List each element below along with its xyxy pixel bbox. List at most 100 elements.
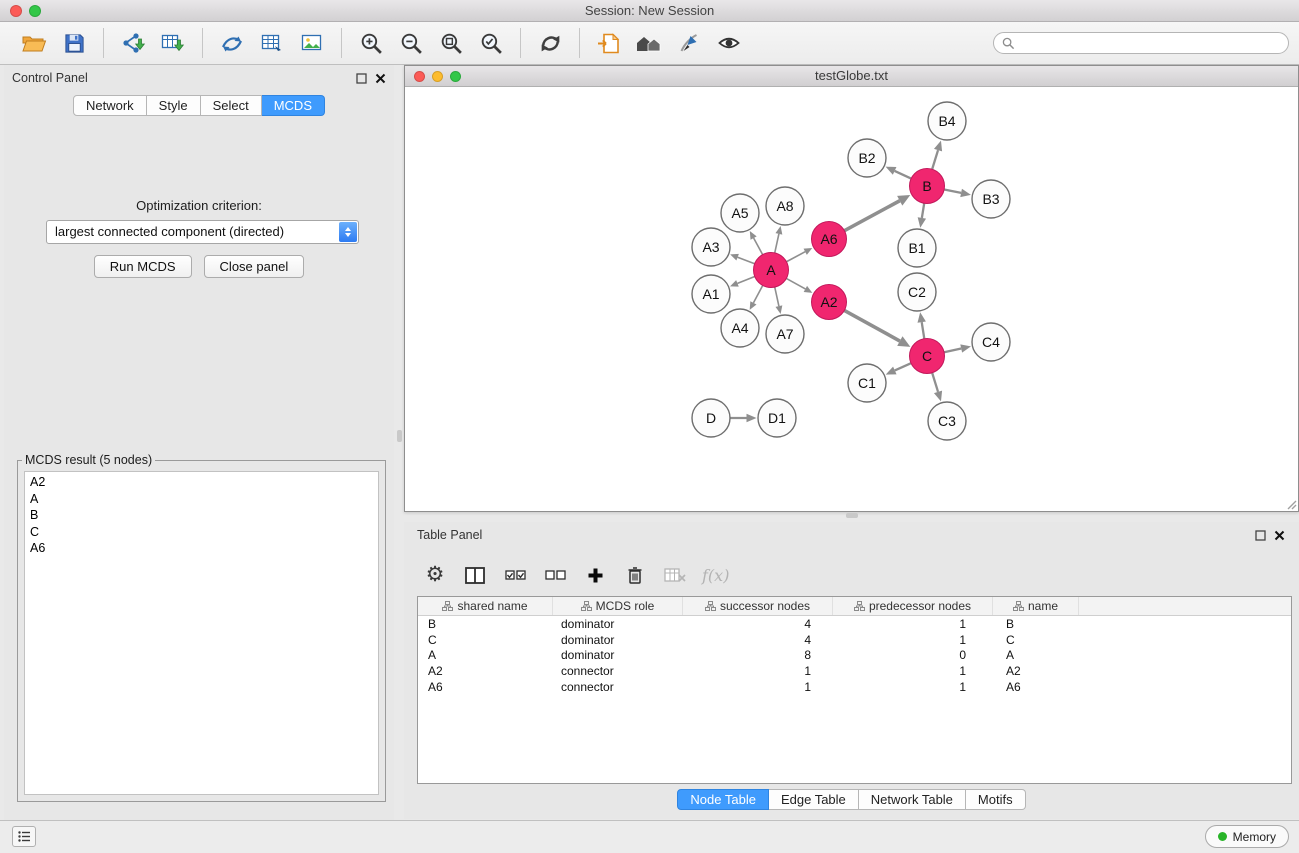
close-window-button[interactable]	[10, 5, 22, 17]
graph-node-A4[interactable]: A4	[721, 309, 759, 347]
graph-edge-A-A5[interactable]	[754, 238, 763, 255]
graph-node-A1[interactable]: A1	[692, 275, 730, 313]
function-builder-icon[interactable]: f(x)	[702, 561, 729, 589]
zoom-fit-icon[interactable]	[434, 27, 468, 59]
delete-column-icon[interactable]	[622, 561, 648, 589]
open-file-icon[interactable]	[17, 27, 51, 59]
table-tab-node-table[interactable]: Node Table	[677, 789, 769, 810]
graph-node-A[interactable]: A	[754, 253, 789, 288]
control-tab-mcds[interactable]: MCDS	[262, 95, 325, 116]
graph-node-B3[interactable]: B3	[972, 180, 1010, 218]
zoom-out-icon[interactable]	[394, 27, 428, 59]
graph-node-A2[interactable]: A2	[812, 285, 847, 320]
mcds-result-item[interactable]: C	[25, 524, 378, 541]
import-table-file-icon[interactable]	[156, 27, 190, 59]
search-field[interactable]	[993, 32, 1289, 54]
settings-gear-icon[interactable]: ⚙	[422, 561, 448, 589]
add-column-icon[interactable]	[582, 561, 608, 589]
graph-edge-A-A8[interactable]	[775, 234, 779, 253]
horizontal-splitter-handle[interactable]	[846, 513, 858, 518]
new-network-icon[interactable]	[215, 27, 249, 59]
graph-edge-A-A1[interactable]	[737, 276, 754, 283]
save-session-icon[interactable]	[57, 27, 91, 59]
graph-edge-B-B1[interactable]	[922, 203, 924, 218]
annotation-pen-icon[interactable]	[672, 27, 706, 59]
select-all-rows-icon[interactable]	[502, 561, 528, 589]
graph-node-A7[interactable]: A7	[766, 315, 804, 353]
eye-icon[interactable]	[712, 27, 746, 59]
column-header-successor-nodes[interactable]: successor nodes	[683, 597, 833, 615]
graph-edge-A-A3[interactable]	[738, 257, 755, 264]
graph-edge-C-C3[interactable]	[932, 373, 938, 392]
column-header-name[interactable]: name	[993, 597, 1079, 615]
graph-edge-A-A6[interactable]	[786, 252, 805, 262]
float-table-panel-icon[interactable]	[1255, 530, 1266, 541]
mcds-result-item[interactable]: A6	[25, 540, 378, 557]
network-window-titlebar[interactable]: testGlobe.txt	[405, 66, 1298, 87]
graph-edge-B-B4[interactable]	[932, 150, 938, 169]
graph-node-A3[interactable]: A3	[692, 228, 730, 266]
graph-node-C4[interactable]: C4	[972, 323, 1010, 361]
graph-node-C3[interactable]: C3	[928, 402, 966, 440]
export-image-icon[interactable]	[295, 27, 329, 59]
graph-node-A5[interactable]: A5	[721, 194, 759, 232]
graph-edge-A-A2[interactable]	[786, 278, 805, 289]
close-table-panel-icon[interactable]	[1274, 530, 1285, 541]
delete-table-icon[interactable]	[662, 561, 688, 589]
column-header-shared-name[interactable]: shared name	[418, 597, 553, 615]
import-network-file-icon[interactable]	[116, 27, 150, 59]
control-tab-network[interactable]: Network	[73, 95, 147, 116]
graph-node-B1[interactable]: B1	[898, 229, 936, 267]
graph-edge-A6-B[interactable]	[844, 201, 899, 231]
mcds-result-list[interactable]: A2ABCA6	[24, 471, 379, 795]
graph-node-B4[interactable]: B4	[928, 102, 966, 140]
column-visibility-icon[interactable]	[462, 561, 488, 589]
graph-node-C[interactable]: C	[910, 339, 945, 374]
float-panel-icon[interactable]	[356, 73, 367, 84]
control-tab-style[interactable]: Style	[147, 95, 201, 116]
zoom-in-icon[interactable]	[354, 27, 388, 59]
column-header-mcds-role[interactable]: MCDS role	[553, 597, 683, 615]
graph-node-A8[interactable]: A8	[766, 187, 804, 225]
zoom-window-button[interactable]	[29, 5, 41, 17]
network-canvas[interactable]: B4B2BB3A5A8A6A3B1AC2A1A2A4A7C4CC1C3DD1	[405, 87, 1298, 511]
deselect-all-rows-icon[interactable]	[542, 561, 568, 589]
table-row[interactable]: Adominator80A	[418, 647, 1291, 663]
graph-edge-A2-C[interactable]	[844, 310, 900, 341]
close-panel-icon[interactable]	[375, 73, 386, 84]
graph-edge-C-C4[interactable]	[944, 349, 961, 353]
table-row[interactable]: Bdominator41B	[418, 616, 1291, 632]
run-mcds-button[interactable]: Run MCDS	[94, 255, 192, 278]
vertical-splitter-handle[interactable]	[397, 430, 402, 442]
memory-button[interactable]: Memory	[1205, 825, 1289, 848]
table-row[interactable]: Cdominator41C	[418, 632, 1291, 648]
graph-node-C1[interactable]: C1	[848, 364, 886, 402]
graph-edge-C-C1[interactable]	[895, 363, 911, 370]
control-tab-select[interactable]: Select	[201, 95, 262, 116]
mcds-result-item[interactable]: A2	[25, 474, 378, 491]
network-zoom-button[interactable]	[450, 71, 461, 82]
graph-node-B[interactable]: B	[910, 169, 945, 204]
refresh-layout-icon[interactable]	[533, 27, 567, 59]
network-overview-home-icon[interactable]	[632, 27, 666, 59]
close-panel-button[interactable]: Close panel	[204, 255, 305, 278]
table-row[interactable]: A2connector11A2	[418, 663, 1291, 679]
column-header-predecessor-nodes[interactable]: predecessor nodes	[833, 597, 993, 615]
table-tab-motifs[interactable]: Motifs	[966, 789, 1026, 810]
task-history-button[interactable]	[12, 826, 36, 847]
mcds-result-item[interactable]: B	[25, 507, 378, 524]
graph-edge-A-A4[interactable]	[753, 285, 762, 302]
graph-node-A6[interactable]: A6	[812, 222, 847, 257]
graph-node-B2[interactable]: B2	[848, 139, 886, 177]
optimization-criterion-dropdown[interactable]: largest connected component (directed)	[46, 220, 359, 244]
graph-node-C2[interactable]: C2	[898, 273, 936, 311]
graph-edge-C-C2[interactable]	[922, 322, 925, 339]
table-tab-network-table[interactable]: Network Table	[859, 789, 966, 810]
network-minimize-button[interactable]	[432, 71, 443, 82]
graph-edge-A-A7[interactable]	[775, 287, 779, 306]
graph-node-D[interactable]: D	[692, 399, 730, 437]
open-session-document-icon[interactable]	[592, 27, 626, 59]
import-network-table-icon[interactable]	[255, 27, 289, 59]
graph-edge-B-B3[interactable]	[944, 189, 961, 192]
zoom-selected-icon[interactable]	[474, 27, 508, 59]
